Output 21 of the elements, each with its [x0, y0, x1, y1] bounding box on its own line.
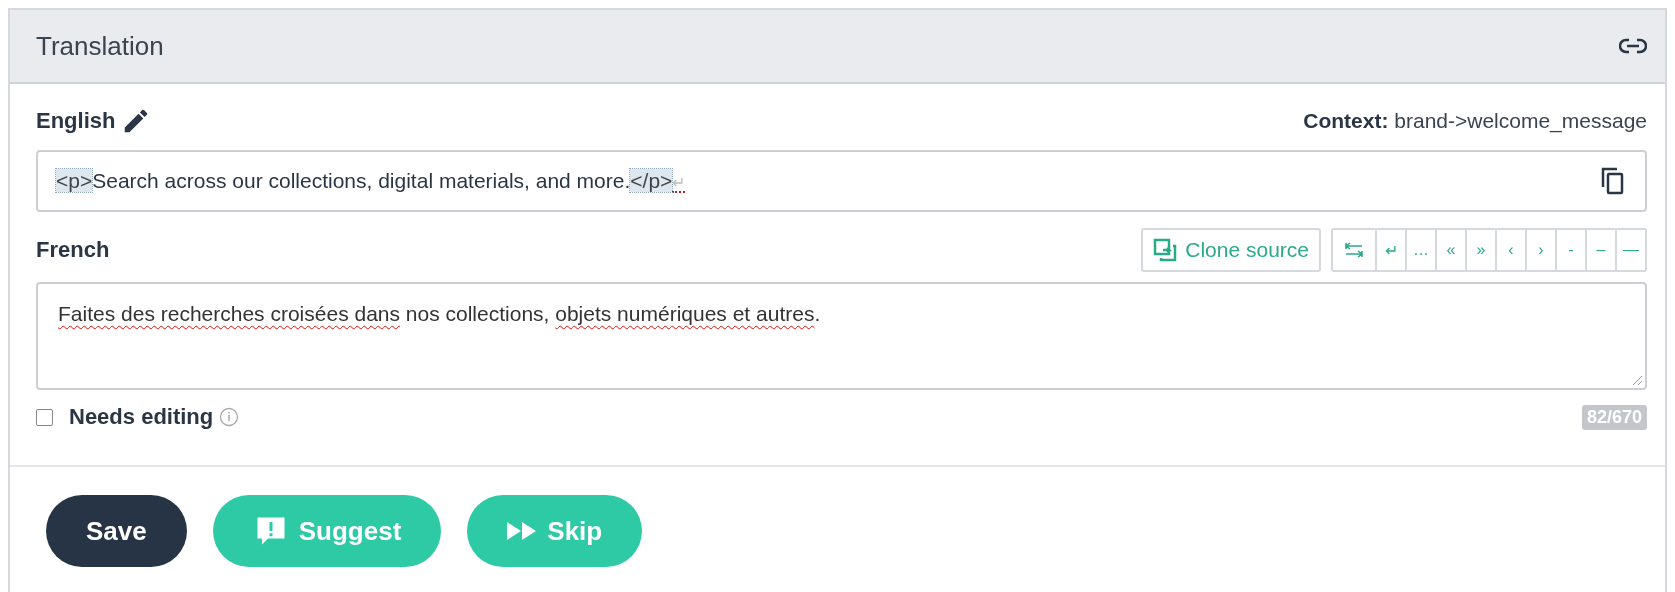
clone-icon	[1153, 238, 1178, 262]
fast-forward-icon	[507, 520, 538, 542]
skip-button[interactable]: Skip	[467, 495, 643, 567]
info-icon[interactable]	[219, 407, 240, 427]
target-language-label: French	[36, 237, 110, 263]
tab-icon	[1344, 242, 1364, 258]
insert-character-button[interactable]: —	[1615, 230, 1645, 270]
needs-editing-label: Needs editing	[69, 404, 214, 430]
resize-handle-icon[interactable]	[1631, 374, 1643, 386]
needs-editing-checkbox[interactable]	[36, 408, 53, 426]
suggest-button[interactable]: Suggest	[212, 495, 442, 567]
link-icon[interactable]	[1619, 38, 1647, 54]
clone-source-button[interactable]: Clone source	[1141, 228, 1321, 272]
source-language-label: English	[36, 108, 116, 134]
save-button[interactable]: Save	[46, 495, 187, 567]
source-text: <p>Search across our collections, digital materials, and more.</p>↵	[56, 169, 686, 193]
panel-title: Translation	[36, 30, 164, 62]
context-text: Context: brand->welcome_message	[1303, 109, 1647, 133]
copy-icon[interactable]	[1601, 167, 1625, 195]
character-counter: 82/670	[1581, 404, 1647, 430]
translation-field[interactable]: Faites des recherches croisées dans nos collections, objets numériques et autres.	[36, 282, 1647, 390]
